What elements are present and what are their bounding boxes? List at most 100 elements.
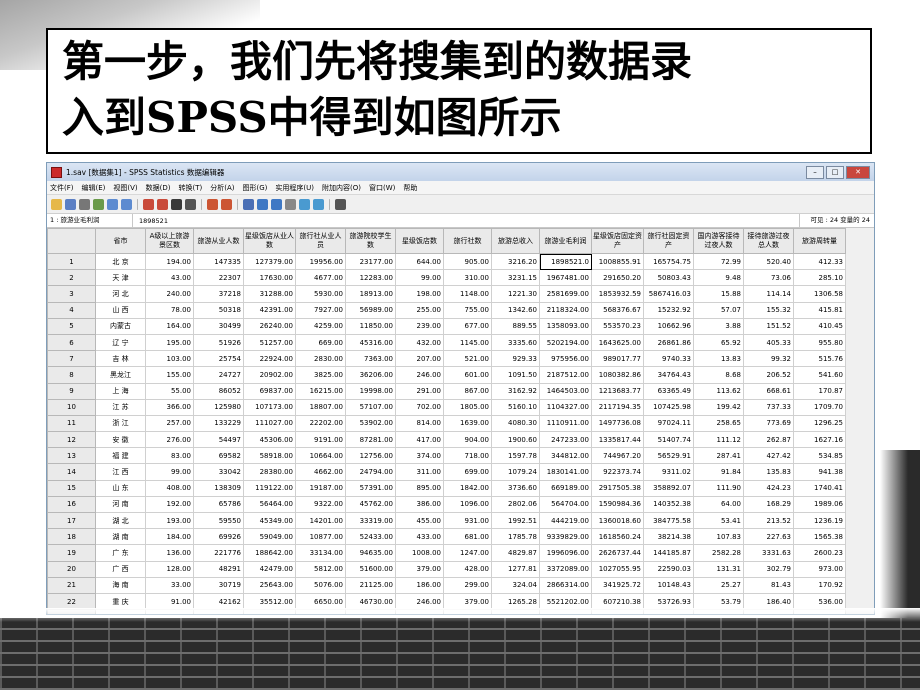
table-cell[interactable]: 11850.00 bbox=[345, 317, 396, 335]
row-number[interactable]: 2 bbox=[47, 269, 96, 287]
table-cell[interactable]: 1805.00 bbox=[443, 398, 492, 416]
close-button[interactable]: ✕ bbox=[846, 165, 870, 179]
table-cell[interactable]: 1247.00 bbox=[443, 544, 492, 562]
table-cell[interactable]: 3216.20 bbox=[491, 252, 540, 271]
table-cell[interactable]: 374.00 bbox=[395, 447, 444, 465]
table-cell[interactable]: 25754 bbox=[193, 350, 244, 368]
table-cell[interactable]: 424.23 bbox=[743, 479, 794, 497]
table-cell[interactable]: 51407.74 bbox=[643, 431, 694, 449]
table-cell[interactable]: 941.38 bbox=[793, 463, 846, 481]
table-cell[interactable]: 814.00 bbox=[395, 414, 444, 433]
table-cell[interactable]: 702.00 bbox=[395, 398, 444, 416]
table-cell[interactable]: 53902.00 bbox=[345, 414, 396, 433]
row-number[interactable]: 10 bbox=[47, 398, 96, 416]
table-cell[interactable]: 2582.28 bbox=[693, 544, 744, 562]
table-cell[interactable]: 30719 bbox=[193, 576, 244, 594]
table-cell[interactable]: 922373.74 bbox=[591, 463, 644, 481]
goto-variable-icon[interactable] bbox=[157, 198, 168, 210]
table-cell[interactable]: 164.00 bbox=[145, 317, 194, 335]
table-cell[interactable]: 24727 bbox=[193, 366, 244, 384]
table-cell[interactable]: 128.00 bbox=[145, 560, 194, 578]
table-cell[interactable]: 59049.00 bbox=[243, 528, 296, 546]
table-cell[interactable]: 99.00 bbox=[395, 269, 444, 287]
table-cell[interactable]: 9311.02 bbox=[643, 463, 694, 481]
table-cell[interactable]: 45306.00 bbox=[243, 431, 296, 449]
table-cell[interactable]: 18913.00 bbox=[345, 285, 396, 303]
table-cell[interactable]: 9740.33 bbox=[643, 350, 694, 368]
table-cell[interactable]: 669189.00 bbox=[539, 479, 592, 497]
table-cell[interactable]: 78.00 bbox=[145, 301, 194, 319]
column-header[interactable]: 旅行社从业人员 bbox=[295, 228, 346, 254]
table-cell[interactable]: 12283.00 bbox=[345, 269, 396, 287]
table-cell[interactable]: 9.48 bbox=[693, 269, 744, 287]
table-cell[interactable]: 26861.86 bbox=[643, 333, 694, 352]
table-cell[interactable]: 31288.00 bbox=[243, 285, 296, 303]
table-cell[interactable]: 33.00 bbox=[145, 576, 194, 594]
table-cell[interactable]: 1967481.00 bbox=[539, 269, 592, 287]
table-cell[interactable]: 247233.00 bbox=[539, 431, 592, 449]
redo-icon[interactable] bbox=[121, 198, 132, 210]
table-cell[interactable]: 湖 北 bbox=[95, 511, 146, 530]
row-number[interactable]: 6 bbox=[47, 333, 96, 352]
menu-item-0[interactable]: 文件(F) bbox=[50, 183, 74, 193]
table-cell[interactable]: 1296.25 bbox=[793, 414, 846, 433]
table-cell[interactable]: 20902.00 bbox=[243, 366, 296, 384]
table-cell[interactable]: 257.00 bbox=[145, 414, 194, 433]
table-cell[interactable]: 246.00 bbox=[395, 366, 444, 384]
table-cell[interactable]: 5076.00 bbox=[295, 576, 346, 594]
table-cell[interactable]: 山 西 bbox=[95, 301, 146, 319]
table-cell[interactable]: 1110911.00 bbox=[539, 414, 592, 433]
table-cell[interactable]: 21125.00 bbox=[345, 576, 396, 594]
table-cell[interactable]: 51257.00 bbox=[243, 333, 296, 352]
row-number[interactable]: 14 bbox=[47, 463, 96, 481]
table-cell[interactable]: 3825.00 bbox=[295, 366, 346, 384]
table-cell[interactable]: 147335 bbox=[193, 252, 244, 271]
table-cell[interactable]: 9322.00 bbox=[295, 495, 346, 514]
table-cell[interactable]: 184.00 bbox=[145, 528, 194, 546]
table-cell[interactable]: 773.69 bbox=[743, 414, 794, 433]
table-cell[interactable]: 207.00 bbox=[395, 350, 444, 368]
table-cell[interactable]: 170.92 bbox=[793, 576, 846, 594]
table-cell[interactable]: 417.00 bbox=[395, 431, 444, 449]
table-cell[interactable]: 10877.00 bbox=[295, 528, 346, 546]
table-cell[interactable]: 3.88 bbox=[693, 317, 744, 335]
table-cell[interactable]: 1360018.60 bbox=[591, 511, 644, 530]
table-cell[interactable]: 1992.51 bbox=[491, 511, 540, 530]
table-cell[interactable]: 4677.00 bbox=[295, 269, 346, 287]
table-cell[interactable]: 26240.00 bbox=[243, 317, 296, 335]
menu-item-8[interactable]: 附加内容(O) bbox=[322, 183, 361, 193]
table-cell[interactable]: 718.00 bbox=[443, 447, 492, 465]
table-cell[interactable]: 河 南 bbox=[95, 495, 146, 514]
table-cell[interactable]: 33134.00 bbox=[295, 544, 346, 562]
table-cell[interactable]: 72.99 bbox=[693, 252, 744, 271]
table-cell[interactable]: 2187512.00 bbox=[539, 366, 592, 384]
table-cell[interactable]: 929.33 bbox=[491, 350, 540, 368]
row-number[interactable]: 8 bbox=[47, 366, 96, 384]
table-cell[interactable]: 107.83 bbox=[693, 528, 744, 546]
table-cell[interactable]: 127379.00 bbox=[243, 252, 296, 271]
table-cell[interactable]: 1358093.00 bbox=[539, 317, 592, 335]
table-cell[interactable]: 99.00 bbox=[145, 463, 194, 481]
table-cell[interactable]: 428.00 bbox=[443, 560, 492, 578]
table-cell[interactable]: 601.00 bbox=[443, 366, 492, 384]
table-cell[interactable]: 黑龙江 bbox=[95, 366, 146, 384]
table-cell[interactable]: 534.85 bbox=[793, 447, 846, 465]
table-cell[interactable]: 1709.70 bbox=[793, 398, 846, 416]
table-cell[interactable]: 64.00 bbox=[693, 495, 744, 514]
table-cell[interactable]: 1104327.00 bbox=[539, 398, 592, 416]
table-cell[interactable]: 1497736.08 bbox=[591, 414, 644, 433]
table-cell[interactable]: 1145.00 bbox=[443, 333, 492, 352]
table-cell[interactable]: 904.00 bbox=[443, 431, 492, 449]
table-cell[interactable]: 山 东 bbox=[95, 479, 146, 497]
table-cell[interactable]: 111.12 bbox=[693, 431, 744, 449]
table-cell[interactable]: 168.29 bbox=[743, 495, 794, 514]
table-cell[interactable]: 341925.72 bbox=[591, 576, 644, 594]
table-cell[interactable]: 324.04 bbox=[491, 576, 540, 594]
table-cell[interactable]: 2118324.00 bbox=[539, 301, 592, 319]
table-cell[interactable]: 14201.00 bbox=[295, 511, 346, 530]
table-cell[interactable]: 38214.38 bbox=[643, 528, 694, 546]
column-header[interactable]: A级以上旅游景区数 bbox=[145, 228, 194, 254]
table-cell[interactable]: 56464.00 bbox=[243, 495, 296, 514]
table-cell[interactable]: 87281.00 bbox=[345, 431, 396, 449]
table-cell[interactable]: 辽 宁 bbox=[95, 333, 146, 352]
